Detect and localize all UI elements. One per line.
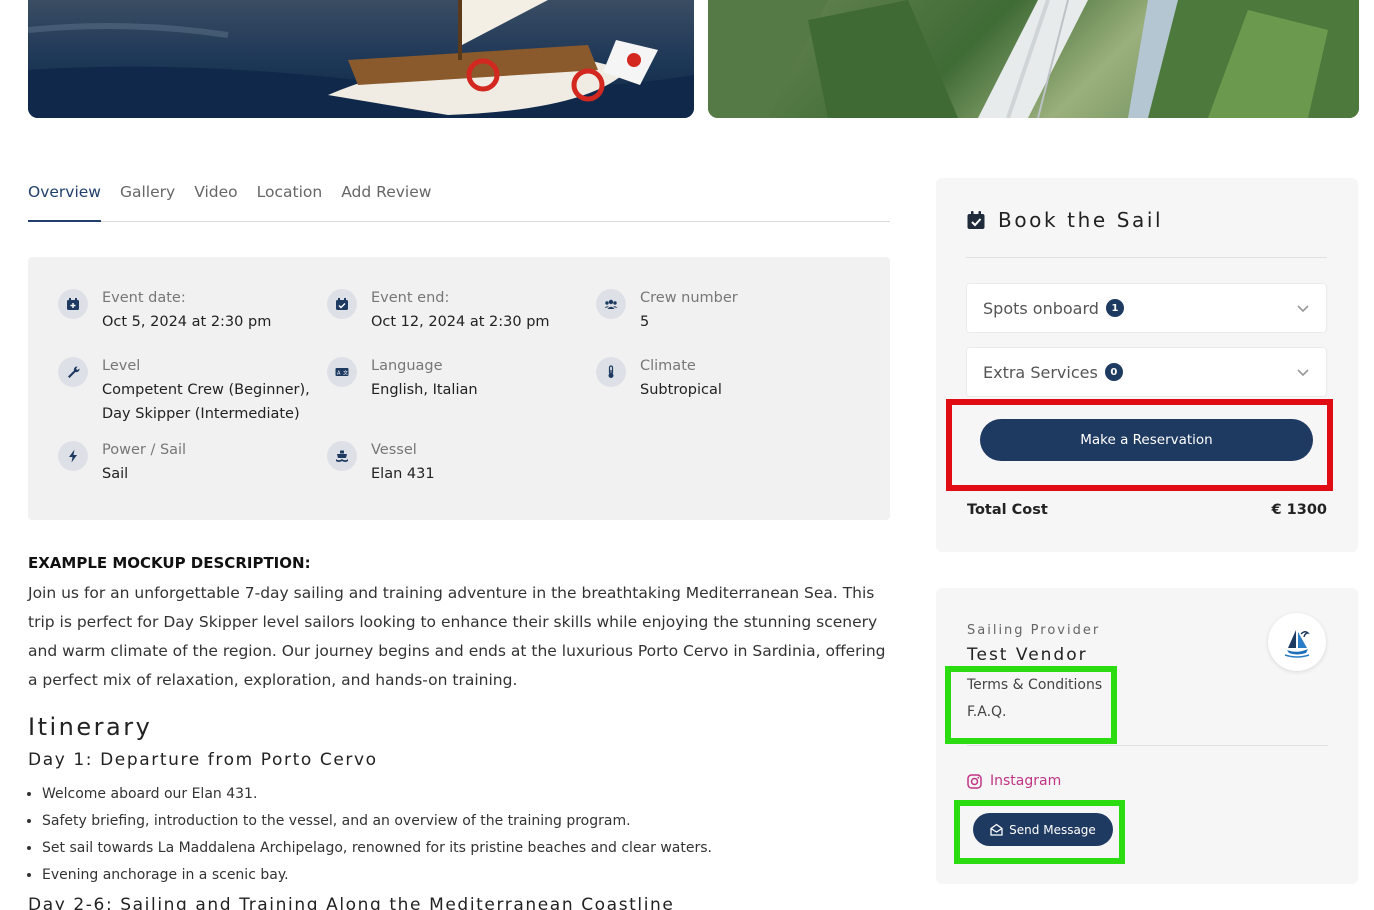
trip-details-panel: Event date: Oct 5, 2024 at 2:30 pm Event… (28, 257, 890, 520)
total-cost-row: Total Cost € 1300 (967, 502, 1327, 518)
itinerary-day2-heading: Day 2-6: Sailing and Training Along the … (28, 895, 675, 910)
detail-value: Sail (102, 466, 129, 482)
detail-value: Oct 12, 2024 at 2:30 pm (371, 314, 550, 330)
detail-label: Vessel (371, 442, 417, 458)
extra-services-dropdown[interactable]: Extra Services 0 (966, 347, 1327, 397)
sailboat-illustration (28, 0, 694, 118)
itinerary-day1-heading: Day 1: Departure from Porto Cervo (28, 750, 378, 770)
detail-label: Language (371, 358, 443, 374)
tab-gallery[interactable]: Gallery (120, 178, 175, 222)
provider-name[interactable]: Test Vendor (967, 645, 1088, 665)
list-item: Set sail towards La Maddalena Archipelag… (42, 835, 712, 862)
detail-climate: Climate Subtropical (596, 354, 722, 402)
detail-vessel: Vessel Elan 431 (327, 438, 435, 486)
chevron-down-icon (1297, 305, 1309, 313)
extras-count-badge: 0 (1104, 363, 1123, 381)
detail-label: Power / Sail (102, 442, 187, 458)
divider (967, 745, 1328, 746)
provider-card: Sailing Provider Test Vendor Terms & Con… (936, 588, 1358, 884)
reservation-highlight-box: Make a Reservation (946, 399, 1333, 491)
instagram-icon (967, 773, 982, 789)
terms-conditions-link[interactable]: Terms & Conditions (967, 677, 1102, 693)
description-body: Join us for an unforgettable 7-day saili… (28, 584, 886, 689)
send-message-label: Send Message (1009, 822, 1096, 837)
dropdown-label: Extra Services (983, 362, 1098, 382)
detail-language: A文 Language English, Italian (327, 354, 478, 402)
calendar-plus-icon (58, 289, 88, 319)
detail-tabs: Overview Gallery Video Location Add Revi… (28, 178, 890, 222)
detail-event-end: Event end: Oct 12, 2024 at 2:30 pm (327, 286, 550, 334)
description-title: EXAMPLE MOCKUP DESCRIPTION: (28, 554, 311, 572)
detail-label: Event date: (102, 290, 186, 306)
detail-value: Subtropical (640, 382, 722, 398)
instagram-label: Instagram (990, 773, 1062, 789)
list-item: Evening anchorage in a scenic bay. (42, 862, 712, 889)
calendar-check-icon (327, 289, 357, 319)
list-item: Safety briefing, introduction to the ves… (42, 808, 712, 835)
detail-value-line2: Day Skipper (Intermediate) (102, 406, 300, 422)
svg-text:文: 文 (343, 370, 348, 377)
dropdown-label: Spots onboard (983, 298, 1099, 318)
language-icon: A文 (327, 357, 357, 387)
tab-video[interactable]: Video (194, 178, 237, 222)
sailboat-logo-icon (1284, 630, 1310, 658)
detail-value: 5 (640, 314, 650, 330)
provider-label: Sailing Provider (967, 623, 1101, 638)
tab-overview[interactable]: Overview (28, 178, 101, 222)
detail-crew-number: Crew number 5 (596, 286, 738, 334)
mountain-sail-illustration (708, 0, 1359, 118)
faq-link[interactable]: F.A.Q. (967, 704, 1007, 720)
provider-avatar[interactable] (1268, 613, 1326, 671)
hero-image-sailboat (28, 0, 694, 118)
itinerary-heading: Itinerary (28, 713, 153, 741)
make-reservation-button[interactable]: Make a Reservation (980, 419, 1313, 461)
svg-text:A: A (337, 371, 341, 377)
detail-label: Crew number (640, 290, 738, 306)
calendar-check-icon (967, 211, 985, 229)
total-cost-value: € 1300 (1271, 502, 1328, 518)
detail-value: English, Italian (371, 382, 478, 398)
tab-add-review[interactable]: Add Review (341, 178, 431, 222)
spots-count-badge: 1 (1105, 299, 1124, 317)
detail-value: Oct 5, 2024 at 2:30 pm (102, 314, 272, 330)
detail-event-date: Event date: Oct 5, 2024 at 2:30 pm (58, 286, 271, 334)
instagram-link[interactable]: Instagram (967, 773, 1061, 789)
thermometer-icon (596, 357, 626, 387)
detail-level: Level Competent Crew (Beginner), Day Ski… (58, 354, 310, 426)
send-message-highlight-box: Send Message (954, 800, 1125, 864)
itinerary-day1-list: Welcome aboard our Elan 431. Safety brie… (42, 781, 712, 889)
send-message-button[interactable]: Send Message (973, 813, 1113, 846)
tab-location[interactable]: Location (257, 178, 323, 222)
detail-value: Elan 431 (371, 466, 435, 482)
booking-title-text: Book the Sail (998, 208, 1164, 232)
booking-card: Book the Sail Spots onboard 1 Extra Serv… (936, 178, 1358, 552)
detail-value-line1: Competent Crew (Beginner), (102, 382, 310, 398)
wrench-icon (58, 357, 88, 387)
list-item: Welcome aboard our Elan 431. (42, 781, 712, 808)
detail-label: Climate (640, 358, 696, 374)
detail-label: Event end: (371, 290, 450, 306)
users-icon (596, 289, 626, 319)
total-cost-label: Total Cost (967, 502, 1048, 518)
bolt-icon (58, 441, 88, 471)
detail-label: Level (102, 358, 141, 374)
detail-power-sail: Power / Sail Sail (58, 438, 186, 486)
booking-title: Book the Sail (966, 208, 1163, 232)
hero-image-mountains (708, 0, 1359, 118)
divider (966, 257, 1327, 258)
chevron-down-icon (1297, 369, 1309, 377)
spots-onboard-dropdown[interactable]: Spots onboard 1 (966, 283, 1327, 333)
ship-icon (327, 441, 357, 471)
envelope-open-icon (990, 823, 1003, 836)
